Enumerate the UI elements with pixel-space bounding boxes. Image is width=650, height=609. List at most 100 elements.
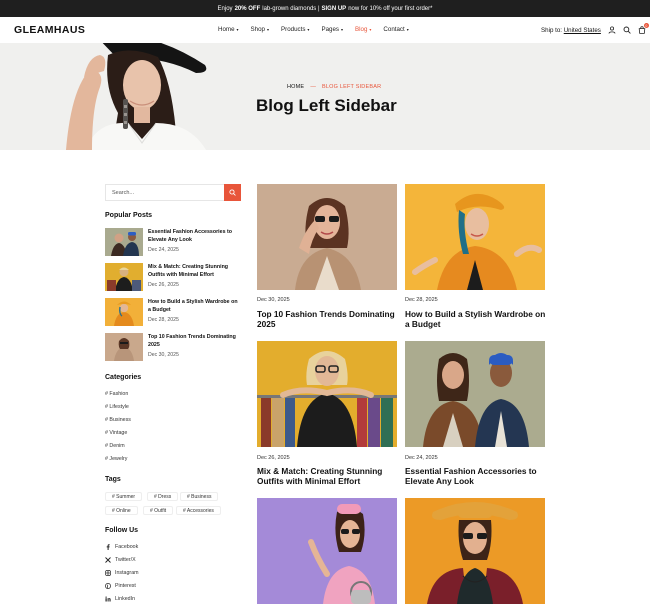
follow-label: LinkedIn [115,596,136,602]
category-link-business[interactable]: # Business [105,417,131,423]
post-image[interactable] [405,498,545,604]
site-header: GLEAMHAUS Home ▾ Shop ▾ Products ▾ Pages ▾ B… [0,17,650,43]
chevron-down-icon: ▾ [340,27,343,32]
tag-business[interactable]: # Business [180,492,219,501]
popular-post-thumbnail [105,228,143,256]
search-input[interactable] [106,185,224,200]
search-submit-button[interactable] [224,184,241,201]
follow-label: Pinterest [115,583,136,589]
follow-facebook-link[interactable]: Facebook [105,544,138,550]
post-title[interactable]: Essential Fashion Accessories to Elevate… [405,466,547,487]
category-link-vintage[interactable]: # Vintage [105,430,127,436]
follow-label: Facebook [115,544,139,550]
nav-label: Home [218,26,235,33]
instagram-icon [105,570,111,576]
popular-post[interactable]: Top 10 Fashion Trends Dominating 2025 De… [105,333,241,363]
post-title[interactable]: Mix & Match: Creating Stunning Outfits w… [257,466,399,487]
popular-post[interactable]: Mix & Match: Creating Stunning Outfits w… [105,263,241,293]
post-image[interactable] [257,184,397,290]
category-link-lifestyle[interactable]: # Lifestyle [105,404,129,410]
hero-model-image [0,43,230,150]
post-title[interactable]: Top 10 Fashion Trends Dominating 2025 [257,309,399,330]
header-actions: Ship to: United States 0 [541,23,649,34]
page-hero: HOME — BLOG LEFT SIDEBAR Blog Left Sideb… [0,43,650,150]
nav-shop[interactable]: Shop ▾ [251,26,269,33]
announcement-suffix: now for 10% off your first order* [348,5,433,12]
follow-instagram-link[interactable]: Instagram [105,570,139,576]
announcement-highlight: 20% OFF [234,5,261,12]
post-image[interactable] [405,341,545,447]
x-twitter-icon [105,557,111,563]
breadcrumb: HOME — BLOG LEFT SIDEBAR [287,84,381,90]
follow-us-heading: Follow Us [105,527,139,534]
nav-contact[interactable]: Contact ▾ [383,26,408,33]
follow-twitter-link[interactable]: Twitter/X [105,557,136,563]
chevron-down-icon: ▾ [369,27,372,32]
popular-post[interactable]: Essential Fashion Accessories to Elevate… [105,228,241,258]
tag-online[interactable]: # Online [105,506,138,515]
nav-label: Blog [355,26,368,33]
breadcrumb-current: BLOG LEFT SIDEBAR [322,84,382,90]
follow-linkedin-link[interactable]: LinkedIn [105,596,135,602]
cart-icon[interactable]: 0 [638,23,649,34]
main-nav: Home ▾ Shop ▾ Products ▾ Pages ▾ Blog ▾ Conta… [218,26,409,33]
breadcrumb-home-link[interactable]: HOME [287,84,304,90]
popular-post[interactable]: How to Build a Stylish Wardrobe on a Bud… [105,298,241,328]
popular-posts-heading: Popular Posts [105,212,153,219]
popular-post-title[interactable]: Mix & Match: Creating Stunning Outfits w… [148,263,238,279]
post-date: Dec 26, 2025 [257,455,290,461]
chevron-down-icon: ▾ [266,27,269,32]
chevron-down-icon: ▾ [236,27,239,32]
linkedin-icon [105,596,111,602]
announcement-prefix: Enjoy [217,5,233,12]
nav-label: Products [281,26,306,33]
popular-post-thumbnail [105,298,143,326]
announcement-middle: lab-grown diamonds | [262,5,320,12]
popular-post-title[interactable]: How to Build a Stylish Wardrobe on a Bud… [148,298,238,314]
breadcrumb-separator: — [310,84,317,90]
popular-post-title[interactable]: Essential Fashion Accessories to Elevate… [148,228,238,244]
facebook-icon [105,544,111,550]
nav-label: Shop [250,26,265,33]
cart-count-badge: 0 [643,23,649,28]
search-icon[interactable] [623,26,631,34]
nav-blog[interactable]: Blog ▾ [355,26,371,33]
nav-pages[interactable]: Pages ▾ [321,26,343,33]
popular-post-title[interactable]: Top 10 Fashion Trends Dominating 2025 [148,333,238,349]
category-link-denim[interactable]: # Denim [105,443,125,449]
ship-to-label: Ship to: [541,26,562,34]
category-link-fashion[interactable]: # Fashion [105,391,128,397]
post-image[interactable] [257,341,397,447]
post-date: Dec 24, 2025 [405,455,438,461]
follow-label: Instagram [115,570,139,576]
tag-outfit[interactable]: # Outfit [143,506,174,515]
popular-post-thumbnail [105,263,143,291]
nav-label: Contact [383,26,405,33]
search-icon [229,189,236,196]
nav-products[interactable]: Products ▾ [281,26,309,33]
nav-home[interactable]: Home ▾ [218,26,239,33]
site-logo[interactable]: GLEAMHAUS [14,24,85,36]
popular-post-date: Dec 24, 2025 [148,247,179,253]
ship-to-selector[interactable]: Ship to: United States [541,27,601,34]
post-title[interactable]: How to Build a Stylish Wardrobe on a Bud… [405,309,547,330]
post-image[interactable] [405,184,545,290]
category-link-jewelry[interactable]: # Jewelry [105,456,127,462]
categories-heading: Categories [105,374,142,381]
sidebar-search [105,184,241,201]
tag-accessories[interactable]: # Accessories [176,506,221,515]
post-image[interactable] [257,498,397,604]
popular-post-date: Dec 26, 2025 [148,282,179,288]
tag-dress[interactable]: # Dress [147,492,179,501]
tag-summer[interactable]: # Summer [105,492,143,501]
follow-label: Twitter/X [115,557,136,563]
page-title: Blog Left Sidebar [256,96,397,115]
ship-to-country: United States [563,26,601,34]
follow-pinterest-link[interactable]: Pinterest [105,583,136,589]
popular-post-thumbnail [105,333,143,361]
popular-post-date: Dec 28, 2025 [148,317,179,323]
user-icon[interactable] [608,26,616,34]
announcement-signup-link[interactable]: SIGN UP [322,6,347,12]
post-date: Dec 30, 2025 [257,297,290,303]
chevron-down-icon: ▾ [307,27,310,32]
